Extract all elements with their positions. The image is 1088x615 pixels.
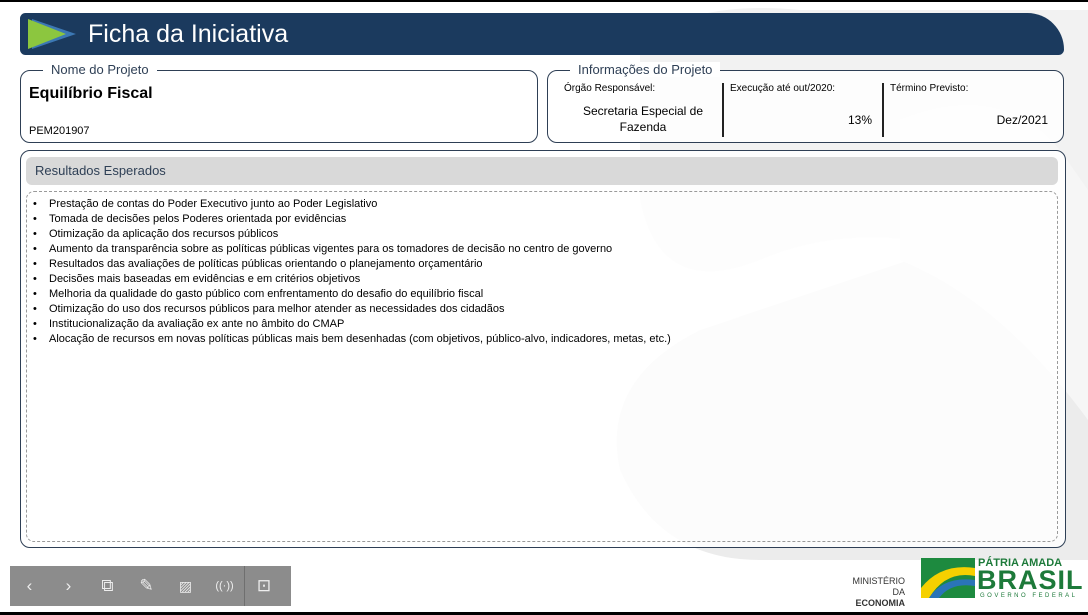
execucao-field: Execução até out/2020: 13%: [730, 83, 872, 137]
brasil-flag-logo-icon: [921, 558, 975, 598]
list-item: Prestação de contas do Poder Executivo j…: [33, 197, 1057, 212]
list-item: Resultados das avaliações de políticas p…: [33, 257, 1057, 272]
presenter-view-icon[interactable]: ⊡: [244, 566, 283, 606]
termino-value: Dez/2021: [996, 113, 1048, 127]
list-item: Melhoria da qualidade do gasto público c…: [33, 287, 1057, 302]
hide-notes-icon[interactable]: ▨: [166, 566, 205, 606]
slideshow-toolbar: ‹ › ⧉ ✎ ▨ ((·)) ⊡: [10, 566, 291, 606]
expected-results-panel: Resultados Esperados Prestação de contas…: [20, 150, 1066, 548]
economia-text: ECONOMIA: [855, 598, 906, 608]
expected-results-list-box: Prestação de contas do Poder Executivo j…: [26, 191, 1058, 542]
page-title: Ficha da Iniciativa: [88, 20, 289, 48]
ministerio-text: MINISTÉRIO DA: [852, 576, 905, 597]
project-info-panel: Informações do Projeto Órgão Responsável…: [547, 62, 1064, 143]
execucao-label: Execução até out/2020:: [730, 83, 836, 94]
project-info-legend: Informações do Projeto: [570, 62, 721, 77]
project-name: Equilíbrio Fiscal: [29, 85, 153, 102]
brasil-text: BRASIL: [977, 565, 1084, 595]
previous-slide-button[interactable]: ‹: [10, 566, 49, 606]
ministerio-logo-text: MINISTÉRIO DA ECONOMIA: [838, 576, 905, 609]
project-name-panel: Nome do Projeto Equilíbrio Fiscal PEM201…: [20, 62, 538, 143]
execucao-value: 13%: [847, 113, 872, 127]
divider: [882, 83, 884, 137]
expected-results-title: Resultados Esperados: [26, 157, 1058, 185]
project-code: PEM201907: [29, 125, 90, 137]
list-item: Aumento da transparência sobre as políti…: [33, 242, 1057, 257]
list-item: Otimização da aplicação dos recursos púb…: [33, 227, 1057, 242]
orgao-field: Órgão Responsável: Secretaria Especial d…: [564, 83, 722, 137]
orgao-label: Órgão Responsável:: [564, 83, 656, 94]
broadcast-icon[interactable]: ((·)): [205, 566, 244, 606]
top-border: [0, 0, 1088, 2]
project-name-legend: Nome do Projeto: [43, 62, 157, 77]
list-item: Otimização do uso dos recursos públicos …: [33, 302, 1057, 317]
orgao-value: Secretaria Especial de Fazenda: [582, 104, 704, 134]
list-item: Institucionalização da avaliação ex ante…: [33, 317, 1057, 332]
list-item: Decisões mais baseadas em evidências e e…: [33, 272, 1057, 287]
divider: [722, 83, 724, 137]
termino-label: Término Previsto:: [890, 83, 969, 94]
header-bar: Ficha da Iniciativa: [20, 13, 1064, 55]
next-slide-button[interactable]: ›: [49, 566, 88, 606]
termino-field: Término Previsto: Dez/2021: [890, 83, 1048, 137]
list-item: Alocação de recursos em novas políticas …: [33, 332, 1057, 347]
list-item: Tomada de decisões pelos Poderes orienta…: [33, 212, 1057, 227]
expected-results-list: Prestação de contas do Poder Executivo j…: [27, 192, 1057, 347]
pen-icon[interactable]: ✎: [127, 566, 166, 606]
play-arrow-logo-icon: [28, 19, 76, 49]
see-all-slides-icon[interactable]: ⧉: [88, 566, 127, 606]
governo-federal-text: GOVERNO FEDERAL: [980, 593, 1078, 599]
